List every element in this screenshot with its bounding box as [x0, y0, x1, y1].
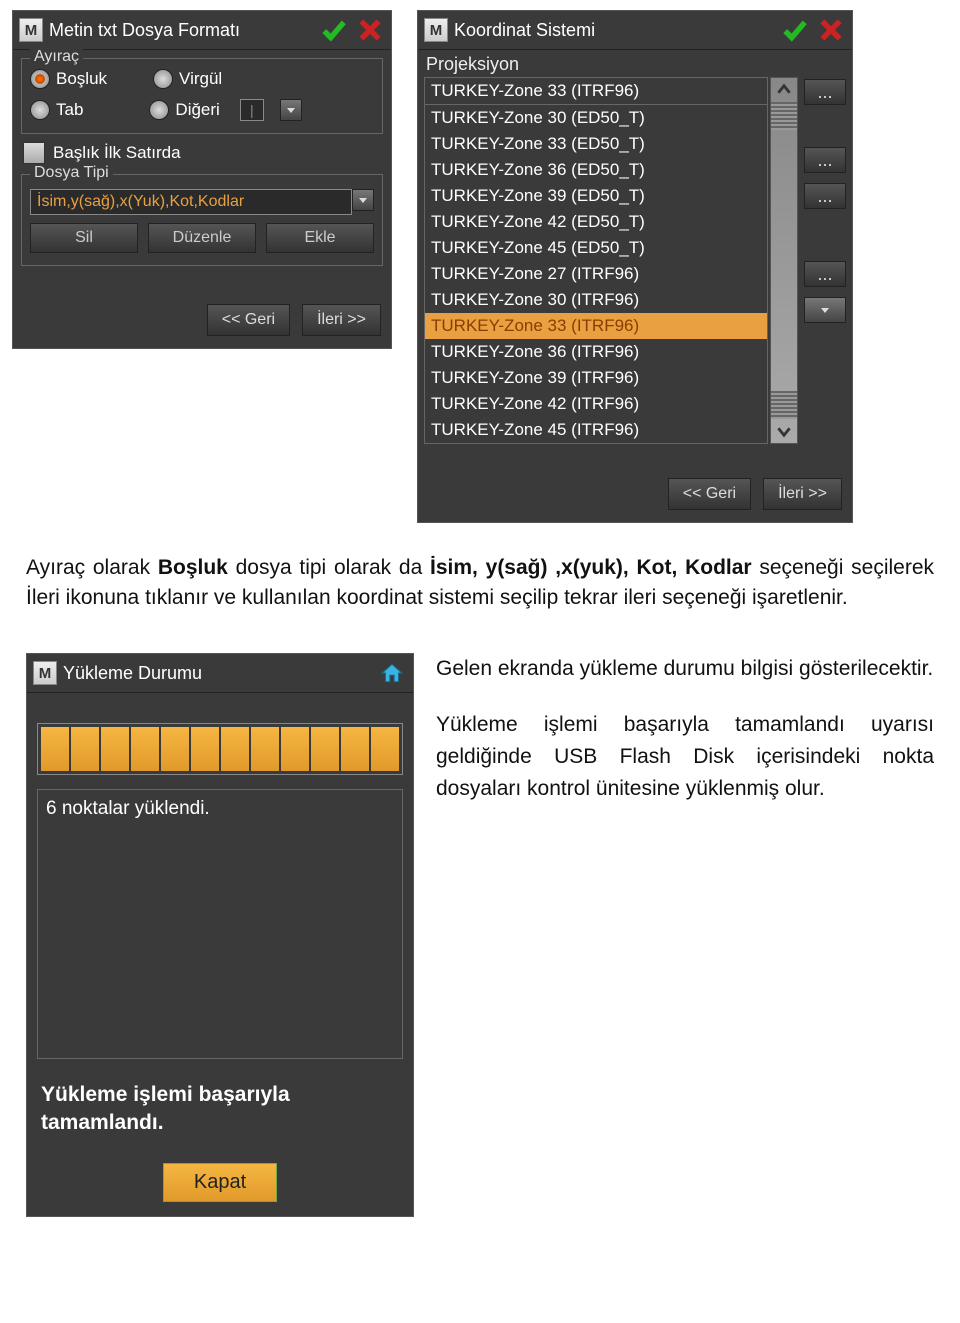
close-button[interactable]: Kapat — [163, 1163, 277, 1202]
cancel-button[interactable] — [816, 15, 846, 45]
home-icon[interactable] — [377, 658, 407, 688]
browse-button[interactable]: ... — [804, 183, 846, 209]
radio-dot-icon — [30, 69, 50, 89]
browse-button[interactable]: ... — [804, 147, 846, 173]
other-separator-input[interactable]: | — [240, 99, 264, 121]
progress-segment — [281, 727, 309, 771]
progress-segment — [251, 727, 279, 771]
projection-list-item[interactable]: TURKEY-Zone 36 (ED50_T) — [425, 157, 767, 183]
cancel-button[interactable] — [355, 15, 385, 45]
projection-list-item[interactable]: TURKEY-Zone 30 (ITRF96) — [425, 287, 767, 313]
projection-list-item[interactable]: TURKEY-Zone 45 (ED50_T) — [425, 235, 767, 261]
projection-list-item[interactable]: TURKEY-Zone 45 (ITRF96) — [425, 417, 767, 443]
instruction-paragraph: Ayıraç olarak Boşluk dosya tipi olarak d… — [26, 553, 934, 613]
back-button[interactable]: << Geri — [668, 478, 751, 510]
ok-button[interactable] — [780, 15, 810, 45]
scrollbar[interactable] — [770, 77, 798, 444]
separator-fieldset: Ayıraç Boşluk Virgül Tab Diğeri | — [21, 58, 383, 134]
side-p1: Gelen ekranda yükleme durumu bilgisi gös… — [436, 653, 934, 685]
app-m-icon: M — [33, 661, 57, 685]
dropdown-arrow-icon[interactable] — [804, 297, 846, 323]
progress-bar — [37, 723, 403, 775]
projection-list-item[interactable]: TURKEY-Zone 42 (ED50_T) — [425, 209, 767, 235]
dialog-upload-status: M Yükleme Durumu 6 noktalar yüklendi. Yü… — [26, 653, 414, 1217]
checkbox-label: Başlık İlk Satırda — [53, 143, 181, 163]
message-area: 6 noktalar yüklendi. — [37, 789, 403, 1059]
window-title: Koordinat Sistemi — [454, 20, 774, 41]
side-p2: Yükleme işlemi başarıyla tamamlandı uyar… — [436, 709, 934, 805]
separator-legend: Ayıraç — [30, 48, 83, 66]
titlebar: M Metin txt Dosya Formatı — [13, 11, 391, 50]
progress-segment — [311, 727, 339, 771]
dialog-text-file-format: M Metin txt Dosya Formatı Ayıraç Boşluk … — [12, 10, 392, 349]
progress-segment — [131, 727, 159, 771]
projection-list-item[interactable]: TURKEY-Zone 27 (ITRF96) — [425, 261, 767, 287]
file-type-fieldset: Dosya Tipi İsim,y(sağ),x(Yuk),Kot,Kodlar… — [21, 174, 383, 266]
app-m-icon: M — [424, 18, 448, 42]
projection-list-item[interactable]: TURKEY-Zone 39 (ED50_T) — [425, 183, 767, 209]
radio-dot-icon — [149, 100, 169, 120]
projection-list-item[interactable]: TURKEY-Zone 42 (ITRF96) — [425, 391, 767, 417]
radio-dot-icon — [30, 100, 50, 120]
back-button[interactable]: << Geri — [207, 304, 290, 336]
radio-tab[interactable]: Tab — [30, 100, 83, 120]
app-m-icon: M — [19, 18, 43, 42]
scroll-down-icon[interactable] — [771, 419, 797, 443]
projection-label: Projeksiyon — [418, 50, 852, 77]
side-buttons: ... ... ... ... — [804, 77, 846, 444]
completion-message: Yükleme işlemi başarıyla tamamlandı. — [41, 1081, 399, 1137]
projection-list-item[interactable]: TURKEY-Zone 33 (ED50_T) — [425, 131, 767, 157]
radio-bosluk[interactable]: Boşluk — [30, 69, 107, 89]
dropdown-arrow-icon[interactable] — [352, 189, 374, 211]
window-title: Yükleme Durumu — [63, 663, 371, 684]
scroll-grip[interactable] — [771, 391, 797, 419]
progress-segment — [71, 727, 99, 771]
radio-virgul[interactable]: Virgül — [153, 69, 222, 89]
progress-segment — [161, 727, 189, 771]
scroll-up-icon[interactable] — [771, 78, 797, 102]
next-button[interactable]: İleri >> — [763, 478, 842, 510]
projection-list-header[interactable]: TURKEY-Zone 33 (ITRF96) — [425, 78, 767, 105]
projection-list-item[interactable]: TURKEY-Zone 30 (ED50_T) — [425, 105, 767, 131]
progress-segment — [191, 727, 219, 771]
titlebar: M Koordinat Sistemi — [418, 11, 852, 50]
browse-button[interactable]: ... — [804, 79, 846, 105]
window-title: Metin txt Dosya Formatı — [49, 20, 313, 41]
dropdown-arrow-icon[interactable] — [280, 99, 302, 121]
projection-list-item[interactable]: TURKEY-Zone 33 (ITRF96) — [425, 313, 767, 339]
projection-list-item[interactable]: TURKEY-Zone 36 (ITRF96) — [425, 339, 767, 365]
side-description: Gelen ekranda yükleme durumu bilgisi gös… — [436, 653, 934, 829]
file-type-select[interactable]: İsim,y(sağ),x(Yuk),Kot,Kodlar — [30, 189, 352, 215]
edit-button[interactable]: Düzenle — [148, 223, 256, 253]
progress-segment — [41, 727, 69, 771]
add-button[interactable]: Ekle — [266, 223, 374, 253]
ok-button[interactable] — [319, 15, 349, 45]
progress-segment — [101, 727, 129, 771]
titlebar: M Yükleme Durumu — [27, 654, 413, 693]
progress-segment — [371, 727, 399, 771]
status-message: 6 noktalar yüklendi. — [46, 798, 394, 820]
radio-digeri[interactable]: Diğeri — [149, 100, 219, 120]
filetype-legend: Dosya Tipi — [30, 164, 113, 182]
delete-button[interactable]: Sil — [30, 223, 138, 253]
next-button[interactable]: İleri >> — [302, 304, 381, 336]
progress-segment — [341, 727, 369, 771]
browse-button[interactable]: ... — [804, 261, 846, 287]
scroll-grip[interactable] — [771, 102, 797, 130]
projection-list-item[interactable]: TURKEY-Zone 39 (ITRF96) — [425, 365, 767, 391]
header-first-row-checkbox[interactable] — [23, 142, 45, 164]
projection-list[interactable]: TURKEY-Zone 33 (ITRF96) TURKEY-Zone 30 (… — [424, 77, 768, 444]
dialog-coordinate-system: M Koordinat Sistemi Projeksiyon TURKEY-Z… — [417, 10, 853, 523]
progress-segment — [221, 727, 249, 771]
radio-dot-icon — [153, 69, 173, 89]
